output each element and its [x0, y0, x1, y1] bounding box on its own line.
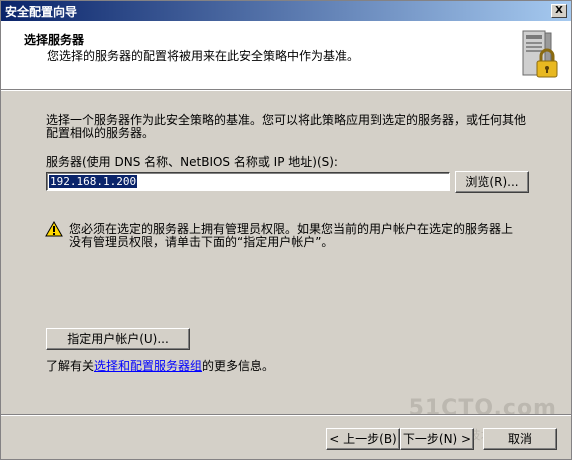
more-info-suffix: 的更多信息。 — [202, 359, 275, 373]
more-info-line: 了解有关选择和配置服务器组的更多信息。 — [46, 357, 274, 374]
warning-icon — [45, 221, 63, 237]
window-title: 安全配置向导 — [5, 5, 78, 19]
server-field-label: 服务器(使用 DNS 名称、NetBIOS 名称或 IP 地址)(S): — [46, 155, 338, 169]
cancel-button[interactable]: 取消 — [483, 428, 557, 450]
intro-text: 选择一个服务器作为此安全策略的基准。您可以将此策略应用到选定的服务器，或任何其他… — [46, 113, 527, 140]
page-title: 选择服务器 — [24, 33, 85, 47]
close-button[interactable]: X — [551, 4, 567, 18]
title-bar[interactable]: 安全配置向导 X — [1, 1, 571, 21]
more-info-link[interactable]: 选择和配置服务器组 — [94, 359, 202, 373]
watermark-main: 51CTO.com — [408, 396, 557, 421]
next-button[interactable]: 下一步(N) > — [400, 428, 474, 450]
wizard-window: 安全配置向导 X 选择服务器 您选择的服务器的配置将被用来在此安全策略中作为基准… — [0, 0, 572, 460]
footer-separator-highlight — [1, 415, 571, 416]
back-button[interactable]: < 上一步(B) — [326, 428, 400, 450]
wizard-header: 选择服务器 您选择的服务器的配置将被用来在此安全策略中作为基准。 — [1, 21, 571, 90]
warning-text: 您必须在选定的服务器上拥有管理员权限。如果您当前的用户帐户在选定的服务器上没有管… — [69, 222, 514, 249]
specify-user-account-button[interactable]: 指定用户帐户(U)... — [46, 328, 190, 350]
server-lock-icon — [522, 30, 558, 78]
page-subtitle: 您选择的服务器的配置将被用来在此安全策略中作为基准。 — [47, 49, 360, 63]
watermark: 51CTO.com 技术博客 Blog — [408, 396, 557, 442]
more-info-prefix: 了解有关 — [46, 359, 95, 373]
browse-button[interactable]: 浏览(R)... — [455, 171, 529, 193]
server-input[interactable]: 192.168.1.200 — [46, 172, 450, 191]
header-separator — [1, 90, 571, 91]
server-input-value: 192.168.1.200 — [49, 175, 138, 188]
